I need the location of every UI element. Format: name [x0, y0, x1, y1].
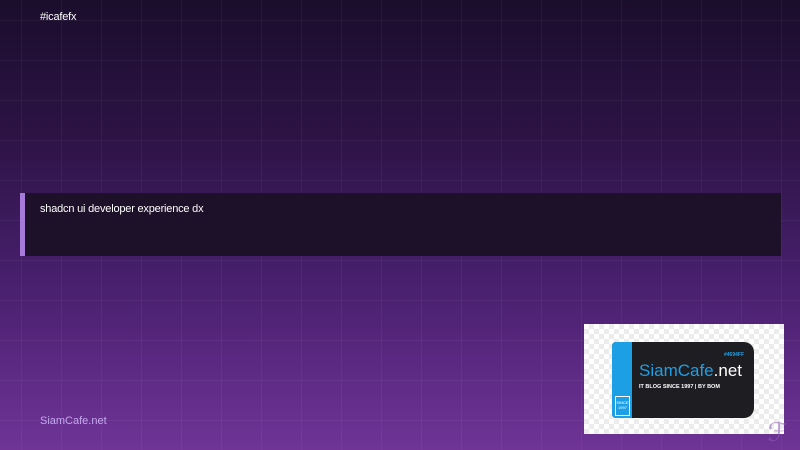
logo-brand-part: SiamCafe — [639, 361, 714, 380]
script-logo-mark-icon: ℱ — [767, 418, 788, 448]
title-banner: shadcn ui developer experience dx — [20, 193, 781, 256]
hashtag-label: #icafefx — [40, 11, 77, 23]
siamcafe-logo-image: SINCE 1997 #4694FF SiamCafe.net IT BLOG … — [584, 324, 784, 434]
banner-title: shadcn ui developer experience dx — [40, 203, 204, 215]
since-ribbon: SINCE 1997 — [615, 396, 630, 416]
logo-hex-code: #4694FF — [723, 352, 744, 358]
logo-tagline: IT BLOG SINCE 1997 | BY BOM — [639, 384, 720, 390]
logo-panel: SINCE 1997 #4694FF SiamCafe.net IT BLOG … — [612, 342, 754, 418]
logo-title: SiamCafe.net — [639, 361, 742, 381]
footer-brand-link[interactable]: SiamCafe.net — [40, 415, 107, 427]
logo-domain-part: .net — [713, 361, 742, 380]
